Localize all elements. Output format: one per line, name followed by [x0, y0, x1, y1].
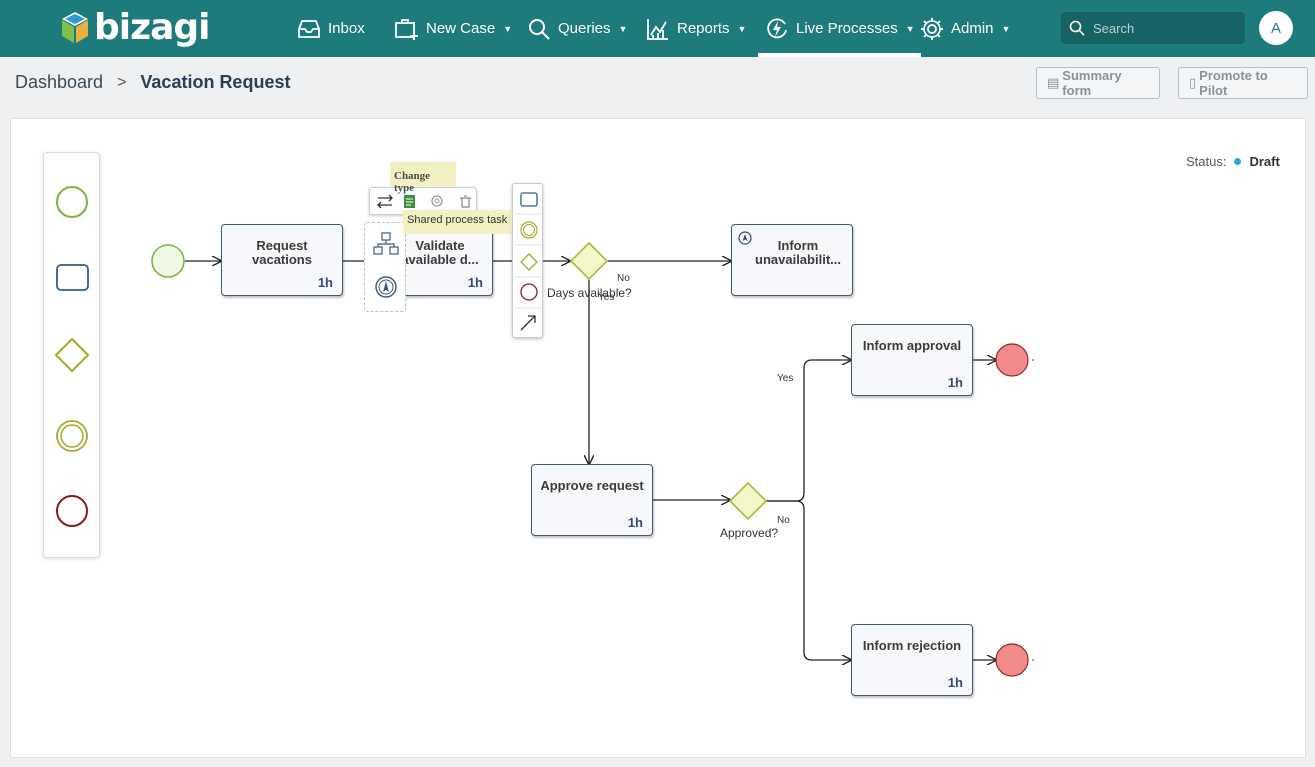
inbox-icon: [296, 16, 322, 42]
trash-icon[interactable]: [460, 195, 471, 208]
palette-gateway[interactable]: [54, 337, 90, 373]
chevron-down-icon: ▼: [618, 23, 628, 34]
nav-new-case[interactable]: New Case ▼: [394, 0, 512, 57]
new-case-icon: [394, 16, 420, 42]
document-icon: ▯: [1189, 75, 1197, 90]
chevron-down-icon: ▼: [503, 23, 513, 34]
gear-icon: [919, 16, 945, 42]
task-inform-rejection[interactable]: Inform rejection 1h: [851, 624, 973, 696]
subprocess-icon[interactable]: [373, 232, 399, 255]
connector-arrow-icon[interactable]: [520, 315, 536, 331]
promote-to-pilot-button[interactable]: ▯ Promote to Pilot: [1178, 67, 1308, 99]
nav-queries[interactable]: Queries ▼: [526, 0, 627, 57]
append-gateway-icon[interactable]: [520, 253, 538, 271]
nav-queries-label: Queries: [558, 20, 611, 37]
breadcrumb: Dashboard > Vacation Request: [15, 72, 290, 93]
clipboard-icon: ▤: [1047, 75, 1060, 90]
chevron-right-icon: >: [117, 73, 127, 91]
edge-label-yes: Yes: [598, 292, 615, 303]
swap-icon[interactable]: [377, 194, 393, 209]
task-inform-unavailability[interactable]: Inform unavailabilit...: [731, 224, 853, 296]
nav-new-case-label: New Case: [426, 20, 496, 37]
user-avatar[interactable]: A: [1259, 11, 1293, 45]
chevron-down-icon: ▼: [1001, 23, 1011, 34]
service-task-icon[interactable]: [375, 276, 397, 298]
append-intermediate-event-icon[interactable]: [520, 221, 538, 239]
nav-reports[interactable]: Reports ▼: [645, 0, 746, 57]
nav-inbox[interactable]: Inbox: [296, 0, 365, 57]
gateway-label-days: Days available?: [547, 286, 632, 300]
top-navbar: bizagi Inbox New Case ▼ Queries ▼ Report…: [0, 0, 1315, 57]
task-inform-approval[interactable]: Inform approval 1h: [851, 324, 973, 396]
lightning-icon: [764, 16, 790, 42]
chevron-down-icon: ▼: [905, 23, 915, 34]
search-icon: [526, 16, 552, 42]
chart-icon: [645, 16, 671, 42]
brand-name: bizagi: [94, 7, 210, 48]
search-input[interactable]: [1093, 20, 1233, 36]
status-value: Draft: [1249, 154, 1280, 169]
promote-label: Promote to Pilot: [1199, 68, 1268, 98]
append-shape-menu: [512, 183, 543, 338]
nav-live-processes[interactable]: Live Processes ▼: [758, 0, 921, 57]
task-duration: 1h: [627, 515, 643, 530]
nav-inbox-label: Inbox: [328, 20, 365, 37]
nav-admin[interactable]: Admin ▼: [919, 0, 1010, 57]
append-task-icon[interactable]: [520, 192, 538, 207]
task-duration: 1h: [467, 275, 483, 290]
tooltip-shared-process-task: Shared process task: [403, 210, 512, 234]
palette-intermediate-event[interactable]: [56, 420, 88, 452]
nav-live-processes-label: Live Processes: [796, 20, 898, 37]
summary-form-button[interactable]: ▤ Summary form: [1036, 67, 1160, 99]
bizagi-logo[interactable]: bizagi: [60, 7, 210, 48]
task-request-vacations[interactable]: Request vacations 1h: [221, 224, 343, 296]
task-label: Inform rejection: [862, 638, 962, 653]
task-label: Approve request: [540, 478, 644, 493]
page-title: Vacation Request: [140, 72, 291, 92]
gear-icon[interactable]: [431, 195, 443, 207]
task-label: Validate available d...: [401, 238, 479, 267]
status-indicator: Status: Draft: [1186, 154, 1280, 169]
nav-admin-label: Admin: [951, 20, 994, 37]
edge-label-no: No: [777, 515, 790, 526]
search-box[interactable]: [1061, 12, 1245, 44]
task-duration: 1h: [317, 275, 333, 290]
chevron-down-icon: ▼: [737, 23, 747, 34]
diagram-canvas[interactable]: [10, 118, 1306, 758]
task-duration: 1h: [947, 375, 963, 390]
edge-label-no: No: [617, 273, 630, 284]
nav-reports-label: Reports: [677, 20, 730, 37]
summary-form-label: Summary form: [1062, 68, 1122, 98]
search-icon: [1069, 20, 1085, 36]
bizagi-cube-icon: [62, 12, 88, 43]
status-dot: [1234, 158, 1242, 165]
palette-task[interactable]: [56, 264, 89, 291]
palette-start-event[interactable]: [56, 186, 88, 218]
task-label: Inform unavailabilit...: [755, 238, 841, 267]
task-approve-request[interactable]: Approve request 1h: [531, 464, 653, 536]
breadcrumb-dashboard[interactable]: Dashboard: [15, 72, 103, 93]
task-duration: 1h: [947, 675, 963, 690]
append-end-event-icon[interactable]: [520, 283, 538, 301]
status-label: Status:: [1186, 154, 1227, 169]
task-context-panel: [364, 222, 406, 312]
edge-label-yes: Yes: [777, 373, 794, 384]
task-label: Inform approval: [862, 338, 962, 353]
shape-palette: [43, 152, 100, 558]
palette-end-event[interactable]: [56, 495, 88, 527]
tooltip-change-type: Change type: [390, 162, 456, 194]
gateway-label-approved: Approved?: [720, 526, 779, 540]
form-icon[interactable]: [404, 195, 415, 208]
task-label: Request vacations: [252, 238, 312, 267]
